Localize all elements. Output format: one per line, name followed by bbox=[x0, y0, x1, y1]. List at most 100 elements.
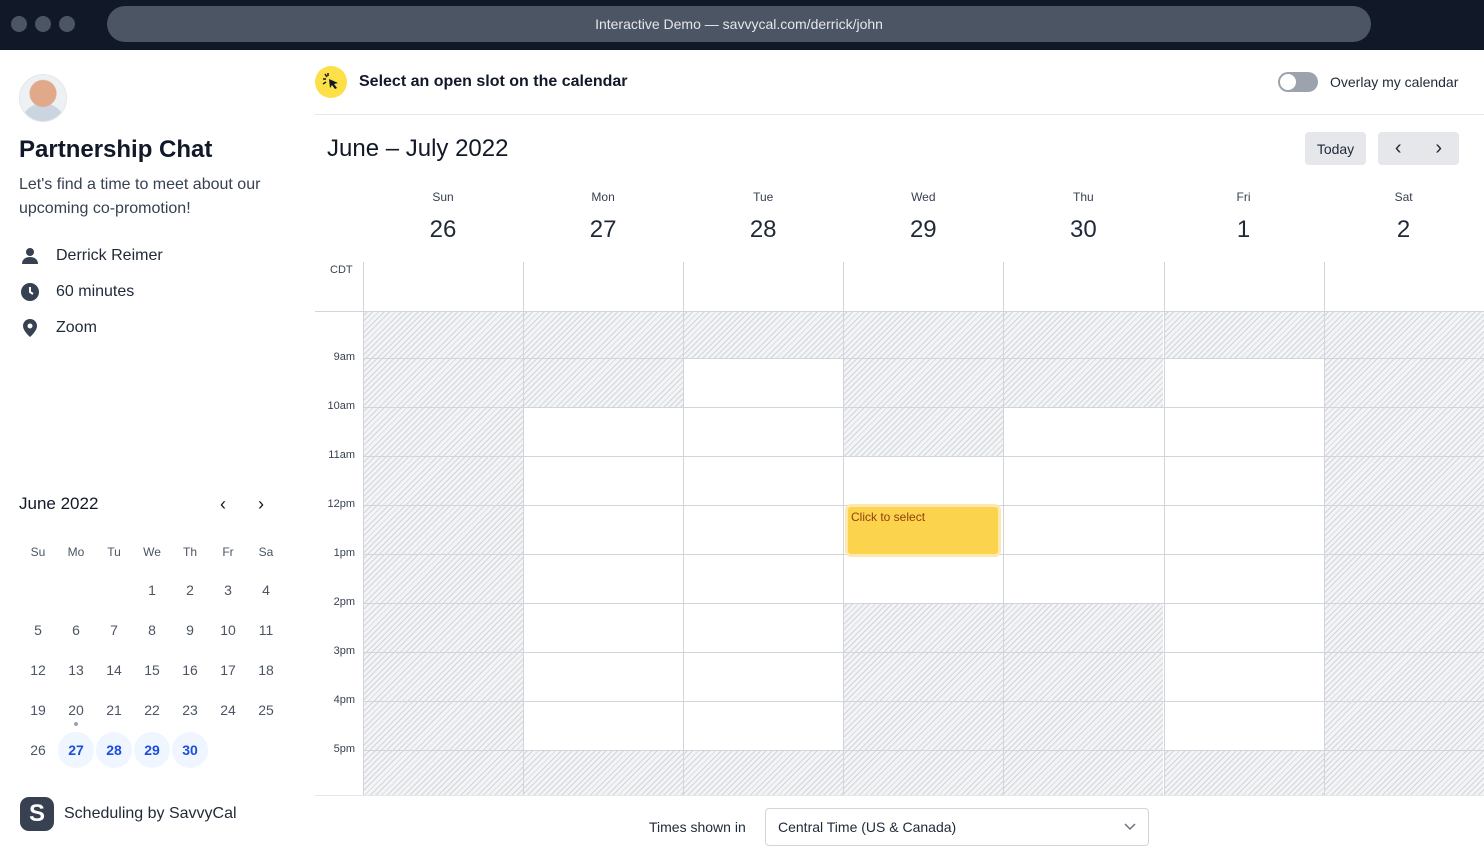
window-titlebar: Interactive Demo — savvycal.com/derrick/… bbox=[0, 0, 1484, 50]
grid-line bbox=[315, 311, 1484, 312]
empty-day bbox=[95, 572, 133, 608]
date: 7 bbox=[110, 622, 118, 638]
grid-line bbox=[363, 603, 1484, 604]
date: 16 bbox=[182, 662, 198, 678]
event-title: Partnership Chat bbox=[19, 136, 213, 163]
instruction-text: Select an open slot on the calendar bbox=[359, 73, 628, 90]
weekday-header: Su bbox=[30, 545, 46, 559]
date: 26 bbox=[30, 742, 46, 758]
date: 17 bbox=[220, 662, 236, 678]
location-pin-icon bbox=[23, 319, 37, 337]
host-name: Derrick Reimer bbox=[56, 247, 163, 264]
date: 23 bbox=[182, 702, 198, 718]
day-header: Fri 1 bbox=[1164, 190, 1324, 244]
day-number: 26 bbox=[429, 216, 457, 243]
location: Zoom bbox=[56, 319, 97, 336]
day-header: Tue 28 bbox=[683, 190, 843, 244]
date: 13 bbox=[68, 662, 84, 678]
times-shown-in-label: Times shown in bbox=[649, 819, 746, 835]
unavailable-block bbox=[523, 311, 684, 407]
unavailable-block bbox=[843, 311, 1004, 456]
event-description: Let's find a time to meet about our upco… bbox=[19, 176, 261, 217]
hour-label: 5pm bbox=[333, 743, 355, 755]
day-of-week: Fri bbox=[1236, 190, 1251, 204]
grid-line bbox=[363, 750, 1484, 751]
available-date[interactable]: 28 bbox=[96, 732, 132, 768]
available-date[interactable]: 30 bbox=[172, 732, 208, 768]
day-column-line bbox=[683, 262, 685, 795]
mini-calendar-title: June 2022 bbox=[19, 494, 99, 513]
hour-label: 2pm bbox=[333, 596, 355, 608]
grid-line bbox=[363, 407, 1484, 408]
unavailable-block bbox=[363, 311, 524, 795]
next-week-button[interactable]: › bbox=[1435, 137, 1442, 160]
day-number: 2 bbox=[1396, 216, 1411, 243]
hour-label: 9am bbox=[333, 351, 355, 363]
hour-label: 1pm bbox=[333, 547, 355, 559]
day-number: 1 bbox=[1236, 216, 1251, 243]
savvycal-logo: S bbox=[20, 797, 54, 831]
hour-label: 12pm bbox=[327, 498, 355, 510]
day-column-line bbox=[363, 262, 364, 795]
savvycal-branding[interactable]: S Scheduling by SavvyCal bbox=[20, 797, 237, 831]
address-bar[interactable]: Interactive Demo — savvycal.com/derrick/… bbox=[107, 6, 1371, 42]
mini-calendar-next-button[interactable]: › bbox=[258, 494, 264, 515]
user-icon bbox=[22, 248, 38, 264]
weekday-header: We bbox=[143, 545, 161, 559]
hour-label: 10am bbox=[327, 400, 355, 412]
window-close-button[interactable] bbox=[11, 16, 27, 32]
avatar bbox=[19, 74, 67, 122]
date: 8 bbox=[148, 622, 156, 638]
available-date[interactable]: 27 bbox=[58, 732, 94, 768]
day-number: 30 bbox=[1070, 216, 1097, 243]
day-header: Sat 2 bbox=[1324, 190, 1484, 244]
weekday-header: Mo bbox=[67, 545, 85, 559]
available-date[interactable]: 29 bbox=[134, 732, 170, 768]
mini-calendar-prev-button[interactable]: ‹ bbox=[220, 494, 226, 515]
day-number: 27 bbox=[589, 216, 617, 243]
hour-label: 3pm bbox=[333, 645, 355, 657]
overlay-calendar-label: Overlay my calendar bbox=[1330, 74, 1459, 90]
day-of-week: Tue bbox=[753, 190, 774, 204]
week-nav: ‹ › bbox=[1378, 132, 1459, 165]
brand-text: Scheduling by SavvyCal bbox=[64, 805, 237, 822]
weekday-header: Th bbox=[182, 545, 197, 559]
chevron-down-icon bbox=[1124, 823, 1136, 831]
hour-label: 11am bbox=[328, 449, 355, 461]
date: 18 bbox=[258, 662, 274, 678]
selectable-time-slot[interactable]: Click to select bbox=[845, 504, 1001, 557]
day-of-week: Mon bbox=[591, 190, 615, 204]
timezone-select[interactable]: Central Time (US & Canada) bbox=[765, 808, 1149, 846]
date: 22 bbox=[144, 702, 160, 718]
grid-line bbox=[363, 456, 1484, 457]
date: 11 bbox=[258, 622, 274, 638]
host-info: Derrick Reimer bbox=[20, 246, 163, 266]
date: 15 bbox=[144, 662, 160, 678]
footer-divider bbox=[315, 795, 1484, 796]
date: 19 bbox=[30, 702, 46, 718]
mini-calendar-grid: Su Mo Tu We Th Fr Sa 1 2 3 4 5 6 7 8 9 10 11 12 13 14 15 16 17 1… bbox=[19, 540, 285, 768]
overlay-calendar-toggle[interactable] bbox=[1278, 72, 1318, 92]
date: 6 bbox=[72, 622, 80, 638]
prev-week-button[interactable]: ‹ bbox=[1395, 137, 1402, 160]
day-header: Thu 30 bbox=[1003, 190, 1163, 244]
window-maximize-button[interactable] bbox=[59, 16, 75, 32]
hour-label: 4pm bbox=[333, 694, 355, 706]
duration-info: 60 minutes bbox=[20, 282, 134, 302]
date: 2 bbox=[186, 582, 194, 598]
weekday-header: Sa bbox=[258, 545, 274, 559]
timezone-abbr: CDT bbox=[330, 264, 353, 276]
day-of-week: Sat bbox=[1394, 190, 1413, 204]
date: 1 bbox=[148, 582, 156, 598]
date: 25 bbox=[258, 702, 274, 718]
today-button[interactable]: Today bbox=[1305, 132, 1366, 165]
day-of-week: Sun bbox=[432, 190, 454, 204]
day-header: Sun 26 bbox=[363, 190, 523, 244]
unavailable-block bbox=[523, 750, 684, 795]
day-column-line bbox=[523, 262, 525, 795]
clock-icon bbox=[21, 283, 39, 301]
day-of-week: Wed bbox=[911, 190, 936, 204]
date: 21 bbox=[106, 702, 122, 718]
day-column-line bbox=[1323, 262, 1325, 795]
window-minimize-button[interactable] bbox=[35, 16, 51, 32]
